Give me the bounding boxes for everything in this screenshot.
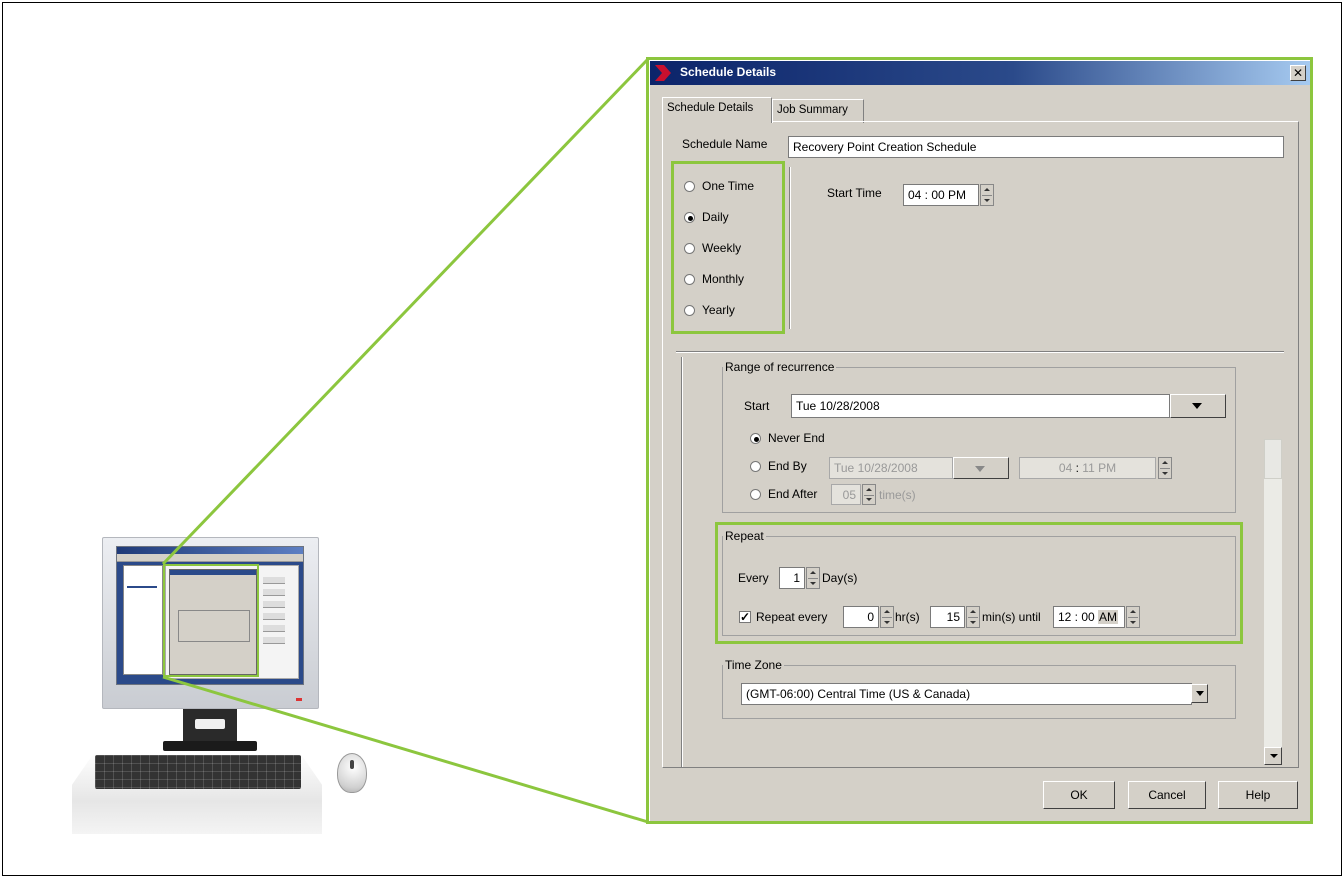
radio-circle (750, 432, 761, 444)
range-title: Range of recurrence (723, 360, 837, 374)
mini-buttons (263, 577, 285, 647)
repeat-hours-input[interactable]: 0 (843, 606, 879, 628)
until-time: 12 : 00 (1058, 610, 1095, 624)
mini-toolbar (117, 554, 303, 562)
radio-label: Daily (702, 210, 729, 224)
keyboard-keys (95, 755, 301, 789)
radio-circle (684, 273, 695, 285)
end-by-date-dropdown[interactable] (953, 457, 1009, 479)
end-after-unit: time(s) (879, 488, 916, 502)
scroll-down-button[interactable] (1264, 747, 1282, 765)
radio-label: One Time (702, 179, 755, 193)
every-label: Every (738, 571, 769, 585)
spinner-arrows-icon (1128, 617, 1138, 618)
schedule-name-input[interactable]: Recovery Point Creation Schedule (788, 136, 1284, 158)
radio-yearly[interactable]: Yearly (684, 303, 735, 317)
radio-circle (750, 488, 761, 500)
radio-label: Never End (768, 431, 825, 445)
radio-daily[interactable]: Daily (684, 210, 729, 224)
radio-end-after[interactable]: End After (750, 487, 817, 501)
start-time-label: Start Time (827, 186, 882, 200)
spinner-arrows-icon (882, 617, 892, 618)
spinner-arrows-icon (808, 578, 818, 579)
repeat-every-label: Repeat every (756, 610, 828, 624)
radio-circle (684, 242, 695, 254)
radio-label: End By (768, 459, 807, 473)
schedule-name-label: Schedule Name (682, 137, 768, 151)
end-after-input[interactable]: 05 (831, 484, 861, 505)
start-time-spinner[interactable] (980, 184, 994, 206)
dialog-title: Schedule Details (680, 65, 777, 79)
monitor-base (163, 741, 257, 751)
section-separator (676, 351, 1284, 353)
ok-button[interactable]: OK (1043, 781, 1115, 809)
close-icon: ✕ (1292, 65, 1304, 80)
radio-monthly[interactable]: Monthly (684, 272, 744, 286)
close-button[interactable]: ✕ (1290, 65, 1306, 81)
cancel-button[interactable]: Cancel (1128, 781, 1206, 809)
power-led (296, 698, 302, 701)
radio-circle (684, 211, 695, 223)
range-start-input[interactable]: Tue 10/28/2008 (791, 394, 1170, 418)
zoom-source-box (163, 564, 259, 677)
end-by-date-input[interactable]: Tue 10/28/2008 (829, 457, 953, 479)
mouse (337, 753, 367, 793)
repeat-until-spinner[interactable] (1126, 606, 1140, 628)
until-ampm: AM (1098, 610, 1119, 624)
checkbox-box: ✓ (739, 610, 751, 624)
end-by-time-spinner[interactable] (1158, 457, 1172, 479)
every-days-unit: Day(s) (822, 571, 858, 585)
red-chevron-icon (655, 65, 671, 81)
end-by-minutes: 11 PM (1082, 461, 1117, 475)
spinner-arrows-icon (864, 494, 874, 496)
radio-circle (684, 180, 695, 192)
dialog-titlebar[interactable]: Schedule Details ✕ (650, 61, 1310, 85)
scroll-thumb[interactable] (1264, 439, 1282, 479)
radio-label: End After (768, 487, 818, 501)
tab-job-summary[interactable]: Job Summary (772, 99, 864, 123)
end-by-separator: : (1075, 461, 1079, 475)
time-zone-title: Time Zone (723, 658, 784, 672)
radio-one-time[interactable]: One Time (684, 179, 754, 193)
monitor-stand (183, 709, 237, 743)
start-time-input[interactable]: 04 : 00 PM (903, 184, 979, 206)
schedule-details-dialog: Schedule Details ✕ Schedule Details Job … (650, 61, 1310, 821)
radio-label: Weekly (702, 241, 742, 255)
every-days-spinner[interactable] (806, 567, 820, 589)
range-start-dropdown[interactable] (1170, 394, 1226, 418)
end-by-time-input[interactable]: 04 : 11 PM (1019, 457, 1156, 479)
repeat-minutes-spinner[interactable] (966, 606, 980, 628)
spinner-arrows-icon (1160, 468, 1170, 469)
frequency-divider (789, 167, 791, 329)
end-after-spinner[interactable] (862, 484, 876, 505)
spinner-arrows-icon (968, 617, 978, 618)
radio-circle (750, 460, 761, 472)
repeat-minutes-unit: min(s) until (982, 610, 1041, 624)
vertical-scrollbar[interactable] (1264, 439, 1282, 765)
repeat-minutes-input[interactable]: 15 (930, 606, 965, 628)
time-zone-select[interactable]: (GMT-06:00) Central Time (US & Canada) (741, 683, 1192, 705)
radio-label: Yearly (702, 303, 735, 317)
tab-schedule-details[interactable]: Schedule Details (662, 97, 772, 123)
radio-weekly[interactable]: Weekly (684, 241, 741, 255)
spinner-arrows-icon (982, 195, 992, 196)
every-days-input[interactable]: 1 (779, 567, 805, 589)
repeat-hours-unit: hr(s) (895, 610, 920, 624)
mini-titlebar (117, 547, 303, 554)
repeat-hours-spinner[interactable] (880, 606, 894, 628)
radio-never-end[interactable]: Never End (750, 431, 825, 445)
repeat-until-input[interactable]: 12 : 00 AM (1053, 606, 1125, 628)
time-zone-dropdown[interactable] (1191, 684, 1208, 703)
mini-sidebar (123, 565, 163, 675)
radio-circle (684, 304, 695, 316)
radio-label: Monthly (702, 272, 745, 286)
repeat-every-checkbox[interactable]: ✓ Repeat every (739, 610, 827, 624)
range-start-label: Start (744, 399, 770, 413)
radio-end-by[interactable]: End By (750, 459, 807, 473)
repeat-title: Repeat (723, 529, 766, 543)
end-by-hour: 04 (1058, 461, 1073, 475)
help-button[interactable]: Help (1218, 781, 1298, 809)
scroll-region-edge (681, 357, 683, 767)
